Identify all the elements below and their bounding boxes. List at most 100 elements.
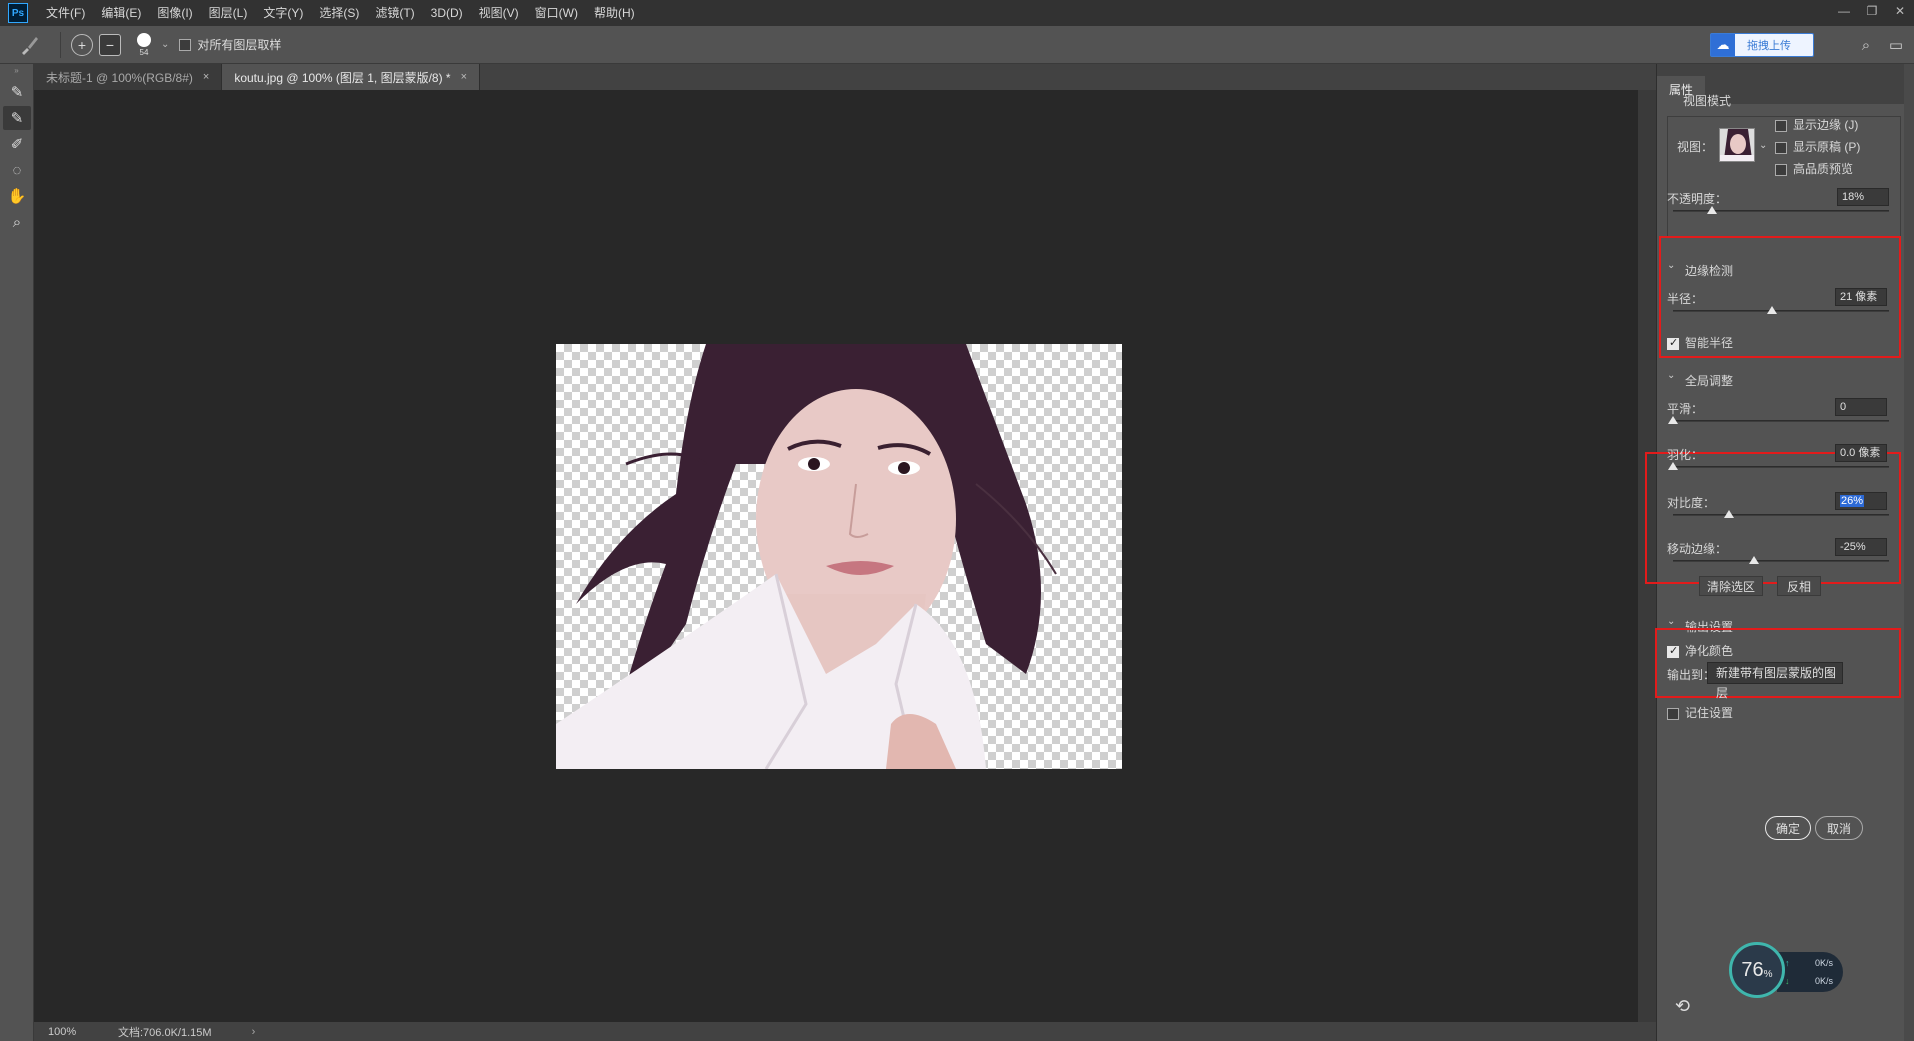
separator xyxy=(60,31,61,58)
menu-image[interactable]: 图像(I) xyxy=(149,0,200,26)
clear-selection-button[interactable]: 清除选区 xyxy=(1699,576,1763,596)
contrast-input[interactable]: 26% xyxy=(1835,492,1887,510)
chevron-down-icon[interactable]: ⌄ xyxy=(161,39,169,50)
opacity-input[interactable]: 18% xyxy=(1837,188,1889,206)
opacity-label: 不透明度： xyxy=(1667,192,1728,206)
properties-panel: 属性 视图模式 视图： ⌄ 显示边缘 (J) 显示原稿 (P) 高品质预览 不透… xyxy=(1645,64,1914,1041)
smart-radius-option[interactable]: 智能半径 xyxy=(1667,334,1733,351)
feather-slider-thumb[interactable] xyxy=(1668,462,1678,470)
show-edge-option[interactable]: 显示边缘 (J) xyxy=(1775,116,1858,133)
brush-tool-icon[interactable]: ✐ xyxy=(3,132,31,156)
invert-button[interactable]: 反相 xyxy=(1777,576,1821,596)
doc-size: 文档:706.0K/1.15M xyxy=(118,1026,212,1039)
options-bar: + − 54 ⌄ 对所有图层取样 ☁ 拖拽上传 ⌕ ▭ xyxy=(0,26,1914,64)
brush-size-picker[interactable]: 54 xyxy=(131,32,157,57)
radius-slider-thumb[interactable] xyxy=(1767,306,1778,314)
menu-select[interactable]: 选择(S) xyxy=(311,0,367,26)
decontaminate-option[interactable]: 净化颜色 xyxy=(1667,642,1733,659)
hand-tool-icon[interactable]: ✋ xyxy=(3,184,31,208)
sample-all-layers-label: 对所有图层取样 xyxy=(197,38,282,52)
output-to-select[interactable]: 新建带有图层蒙版的图层 ⌄ xyxy=(1707,662,1843,700)
grip-icon[interactable]: » xyxy=(0,64,33,78)
tab-koutu[interactable]: koutu.jpg @ 100% (图层 1, 图层蒙版/8) * × xyxy=(222,64,481,90)
chevron-down-icon[interactable]: ⌄ xyxy=(1759,140,1767,151)
smart-radius-label: 智能半径 xyxy=(1685,336,1734,350)
chevron-down-icon[interactable]: ⌄ xyxy=(1667,370,1675,381)
ok-button[interactable]: 确定 xyxy=(1765,816,1811,840)
workspace-icon[interactable]: ▭ xyxy=(1884,33,1908,57)
menu-window[interactable]: 窗口(W) xyxy=(527,0,586,26)
show-edge-checkbox[interactable] xyxy=(1775,119,1787,132)
menu-layer[interactable]: 图层(L) xyxy=(201,0,256,26)
opacity-slider-thumb[interactable] xyxy=(1706,206,1717,214)
tools-panel: » ✎ ✎ ✐ ◌ ✋ ⌕ xyxy=(0,64,34,1041)
hq-preview-option[interactable]: 高品质预览 xyxy=(1775,160,1853,177)
menu-help[interactable]: 帮助(H) xyxy=(586,0,643,26)
tab-label: koutu.jpg @ 100% (图层 1, 图层蒙版/8) * xyxy=(234,70,451,85)
smooth-input[interactable]: 0 xyxy=(1835,398,1887,416)
smart-radius-checkbox[interactable] xyxy=(1667,336,1679,350)
feather-input[interactable]: 0.0 像素 xyxy=(1835,444,1887,462)
menu-edit[interactable]: 编辑(E) xyxy=(93,0,149,26)
shift-edge-input[interactable]: -25% xyxy=(1835,538,1887,556)
show-edge-label: 显示边缘 (J) xyxy=(1793,118,1859,132)
menu-type[interactable]: 文字(Y) xyxy=(255,0,311,26)
remember-option[interactable]: 记住设置 xyxy=(1667,704,1733,721)
reset-icon[interactable]: ⟲ xyxy=(1675,996,1690,1017)
opacity-slider[interactable] xyxy=(1673,210,1889,212)
contrast-slider-thumb[interactable] xyxy=(1724,510,1735,518)
chevron-right-icon[interactable]: › xyxy=(252,1026,256,1038)
minimize-icon[interactable]: — xyxy=(1830,0,1858,22)
close-icon[interactable]: × xyxy=(461,71,467,83)
add-to-selection-icon[interactable]: + xyxy=(71,33,93,56)
close-icon[interactable]: × xyxy=(203,71,209,83)
tab-untitled[interactable]: 未标题-1 @ 100%(RGB/8#) × xyxy=(34,64,223,90)
speed-readout: ↑ 0K/s ↓ 0K/s xyxy=(1777,952,1843,992)
smooth-slider-thumb[interactable] xyxy=(1668,416,1678,424)
refine-brush-tool-icon[interactable] xyxy=(10,30,50,60)
sample-all-layers-checkbox[interactable] xyxy=(179,38,192,51)
radius-label: 半径： xyxy=(1667,292,1704,306)
quick-selection-tool-icon[interactable]: ✎ xyxy=(3,80,31,104)
cloud-icon: ☁ xyxy=(1711,34,1735,56)
close-icon[interactable]: ✕ xyxy=(1886,0,1914,22)
upload-arrow-icon: ↑ xyxy=(1785,958,1790,968)
panel-scrollbar[interactable] xyxy=(1904,64,1914,1041)
show-original-option[interactable]: 显示原稿 (P) xyxy=(1775,138,1860,155)
hq-preview-checkbox[interactable] xyxy=(1775,163,1787,176)
canvas-area[interactable] xyxy=(34,90,1638,1022)
radius-input[interactable]: 21 像素 xyxy=(1835,288,1887,306)
shift-edge-slider-thumb[interactable] xyxy=(1749,556,1759,564)
menu-file[interactable]: 文件(F) xyxy=(38,0,93,26)
lasso-tool-icon[interactable]: ◌ xyxy=(3,158,31,182)
restore-icon[interactable]: ❐ xyxy=(1858,0,1886,22)
upload-button[interactable]: ☁ 拖拽上传 xyxy=(1710,33,1814,57)
cancel-button[interactable]: 取消 xyxy=(1815,816,1863,840)
remember-checkbox[interactable] xyxy=(1667,707,1679,720)
chevron-down-icon[interactable]: ⌄ xyxy=(1667,260,1675,271)
zoom-tool-icon[interactable]: ⌕ xyxy=(3,210,31,234)
smooth-slider[interactable] xyxy=(1673,420,1889,422)
menu-view[interactable]: 视图(V) xyxy=(471,0,527,26)
view-thumbnail[interactable] xyxy=(1719,128,1755,162)
chevron-down-icon[interactable]: ⌄ xyxy=(1667,616,1675,627)
decontaminate-label: 净化颜色 xyxy=(1685,644,1734,658)
menu-3d[interactable]: 3D(D) xyxy=(423,0,471,26)
decontaminate-checkbox[interactable] xyxy=(1667,644,1679,658)
view-mode-title: 视图模式 xyxy=(1683,94,1732,108)
feather-slider[interactable] xyxy=(1673,466,1889,468)
search-icon[interactable]: ⌕ xyxy=(1854,33,1878,57)
document-image[interactable] xyxy=(556,344,1122,769)
subtract-from-selection-icon[interactable]: − xyxy=(99,33,121,56)
document-tabs: 未标题-1 @ 100%(RGB/8#) × koutu.jpg @ 100% … xyxy=(34,64,1656,90)
menu-filter[interactable]: 滤镜(T) xyxy=(367,0,422,26)
zoom-level[interactable]: 100% xyxy=(34,1026,94,1038)
refine-edge-brush-tool-icon[interactable]: ✎ xyxy=(3,106,31,130)
view-mode-group xyxy=(1667,116,1901,238)
network-speed-widget[interactable]: ↑ 0K/s ↓ 0K/s 76% xyxy=(1729,942,1849,998)
show-original-checkbox[interactable] xyxy=(1775,141,1787,154)
radius-slider[interactable] xyxy=(1673,310,1889,312)
shift-edge-slider[interactable] xyxy=(1673,560,1889,562)
contrast-label: 对比度： xyxy=(1667,496,1716,510)
contrast-slider[interactable] xyxy=(1673,514,1889,516)
